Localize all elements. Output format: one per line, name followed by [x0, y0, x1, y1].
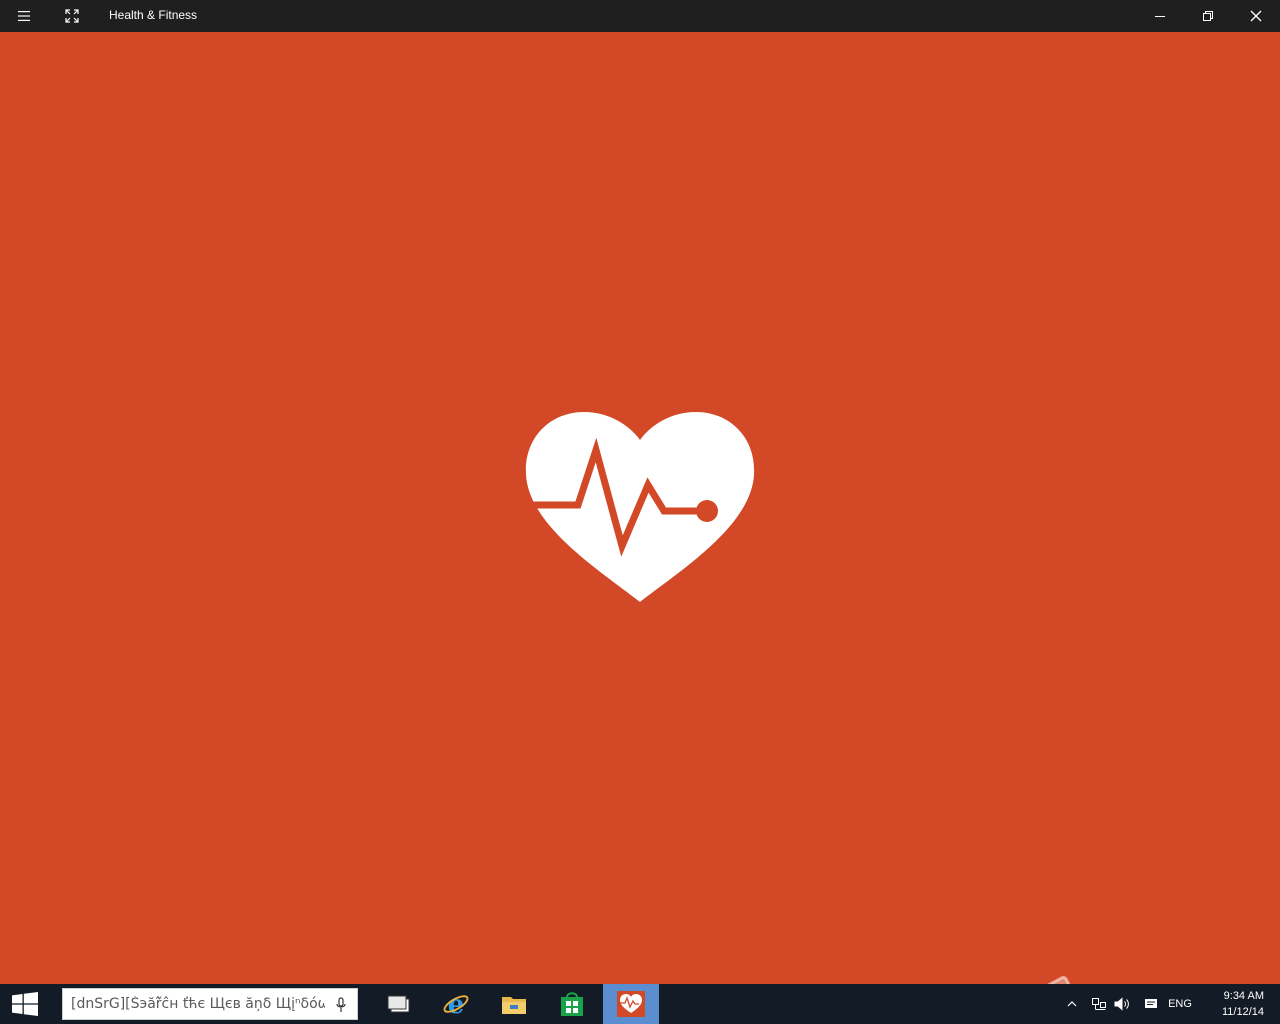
task-view-icon — [387, 995, 410, 1013]
restore-icon — [1203, 11, 1213, 21]
store-icon — [561, 992, 583, 1016]
search-input[interactable] — [63, 989, 325, 1019]
internet-explorer-icon: e — [443, 991, 469, 1017]
splash-screen — [0, 32, 1280, 984]
restore-button[interactable] — [1184, 0, 1232, 32]
action-center-icon — [1145, 999, 1157, 1008]
close-button[interactable] — [1232, 0, 1280, 32]
tray-language[interactable]: ENG — [1166, 984, 1194, 1024]
taskbar-internet-explorer[interactable]: e — [428, 984, 484, 1024]
chevron-up-icon — [1067, 1001, 1077, 1007]
title-bar: Health & Fitness — [0, 0, 1280, 32]
tray-chevron[interactable] — [1064, 984, 1080, 1024]
clock-date: 11/12/14 — [1221, 1006, 1264, 1018]
windows-logo-icon — [12, 992, 38, 1016]
search-box[interactable] — [62, 988, 358, 1020]
taskbar-task-view-button[interactable] — [371, 984, 427, 1024]
close-icon — [1250, 10, 1262, 22]
tray-network[interactable] — [1090, 984, 1108, 1024]
window-title: Health & Fitness — [109, 8, 198, 22]
file-explorer-icon — [502, 997, 526, 1014]
hamburger-menu-button[interactable] — [0, 0, 48, 32]
fullscreen-icon — [65, 9, 79, 23]
heart-pulse-icon — [525, 412, 755, 602]
start-button[interactable] — [0, 984, 50, 1024]
microphone-icon[interactable] — [335, 997, 347, 1013]
network-icon — [1092, 998, 1106, 1010]
taskbar-file-explorer[interactable] — [486, 984, 542, 1024]
minimize-icon — [1155, 16, 1165, 17]
svg-text:e: e — [448, 991, 465, 1017]
heart-pulse-icon — [617, 991, 645, 1017]
fullscreen-button[interactable] — [48, 0, 96, 32]
tray-action-center[interactable] — [1142, 984, 1160, 1024]
taskbar: e — [0, 984, 1280, 1024]
tray-volume[interactable] — [1114, 984, 1132, 1024]
taskbar-health-fitness[interactable] — [603, 984, 659, 1024]
hamburger-menu-icon — [18, 11, 30, 21]
clock-time: 9:34 AM — [1223, 990, 1264, 1002]
taskbar-store[interactable] — [544, 984, 600, 1024]
volume-icon — [1114, 997, 1129, 1011]
taskbar-clock[interactable]: 9:34 AM 11/12/14 — [1204, 988, 1264, 1020]
minimize-button[interactable] — [1136, 0, 1184, 32]
